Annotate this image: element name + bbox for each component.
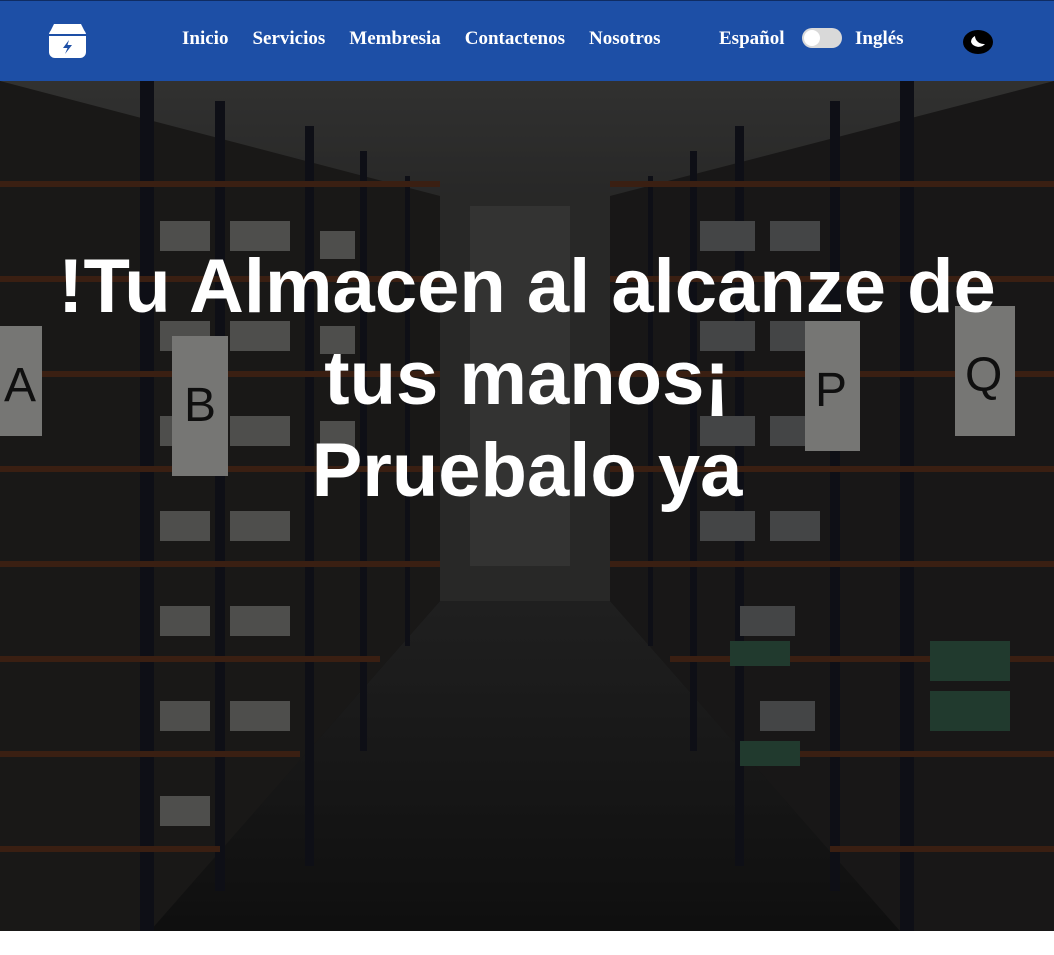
hero-section: A B P Q !Tu Almacen al alcanze de tus ma… (0, 81, 1054, 931)
nav-link-nosotros[interactable]: Nosotros (589, 28, 660, 50)
hero-title: !Tu Almacen al alcanze de tus manos¡ Pru… (0, 241, 1054, 517)
moon-icon[interactable] (962, 29, 994, 55)
toggle-knob (804, 30, 820, 46)
nav-link-servicios[interactable]: Servicios (252, 28, 325, 50)
hero-title-line-3: Pruebalo ya (311, 428, 743, 513)
hero-title-line-2: tus manos¡ (324, 336, 730, 421)
nav-link-membresia[interactable]: Membresia (349, 28, 440, 50)
box-lightning-icon[interactable] (48, 23, 87, 59)
navbar: Inicio Servicios Membresia Contactenos N… (0, 0, 1054, 81)
language-toggle[interactable] (802, 28, 842, 48)
nav-link-inicio[interactable]: Inicio (182, 28, 228, 50)
language-label-spanish: Español (719, 28, 785, 49)
main-nav: Inicio Servicios Membresia Contactenos N… (182, 28, 684, 50)
nav-link-contactenos[interactable]: Contactenos (465, 28, 565, 50)
language-label-english: Inglés (855, 28, 904, 49)
hero-title-line-1: !Tu Almacen al alcanze de (58, 244, 996, 329)
